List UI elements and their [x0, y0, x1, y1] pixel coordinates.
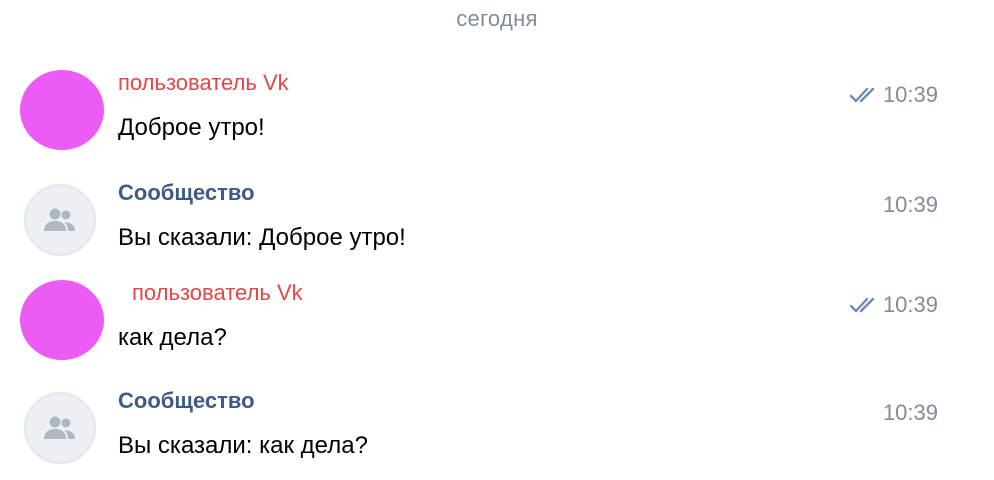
- message-author[interactable]: пользователь Vk: [132, 280, 303, 306]
- message-text: как дела?: [118, 324, 227, 351]
- users-icon: [44, 208, 75, 231]
- message-item[interactable]: Сообщество Вы сказали: Доброе утро! 10:3…: [0, 180, 994, 270]
- message-author[interactable]: пользователь Vk: [118, 70, 289, 96]
- double-check-icon: [849, 85, 879, 105]
- date-separator: сегодня: [456, 6, 538, 31]
- message-meta: 10:39: [883, 192, 938, 218]
- message-time: 10:39: [882, 192, 938, 217]
- message-author[interactable]: Сообщество: [118, 180, 255, 206]
- message-text: Вы сказали: как дела?: [118, 432, 368, 459]
- message-meta: 10:39: [849, 82, 938, 108]
- double-check-icon: [849, 295, 879, 315]
- message-item[interactable]: пользователь Vk Доброе утро! 10:39: [0, 70, 994, 160]
- message-text: Доброе утро!: [118, 114, 265, 141]
- message-time: 10:39: [882, 292, 938, 317]
- message-time: 10:39: [882, 400, 938, 425]
- message-meta: 10:39: [883, 400, 938, 426]
- message-item[interactable]: Сообщество Вы сказали: как дела? 10:39: [0, 388, 994, 478]
- community-avatar[interactable]: [24, 184, 96, 256]
- message-author[interactable]: Сообщество: [118, 388, 255, 414]
- user-avatar[interactable]: [20, 70, 104, 150]
- message-text: Вы сказали: Доброе утро!: [118, 224, 406, 251]
- community-avatar[interactable]: [24, 392, 96, 464]
- message-time: 10:39: [882, 82, 938, 107]
- message-item[interactable]: пользователь Vk как дела? 10:39: [0, 280, 994, 370]
- message-meta: 10:39: [849, 292, 938, 318]
- user-avatar[interactable]: [20, 280, 104, 360]
- users-icon: [44, 416, 75, 439]
